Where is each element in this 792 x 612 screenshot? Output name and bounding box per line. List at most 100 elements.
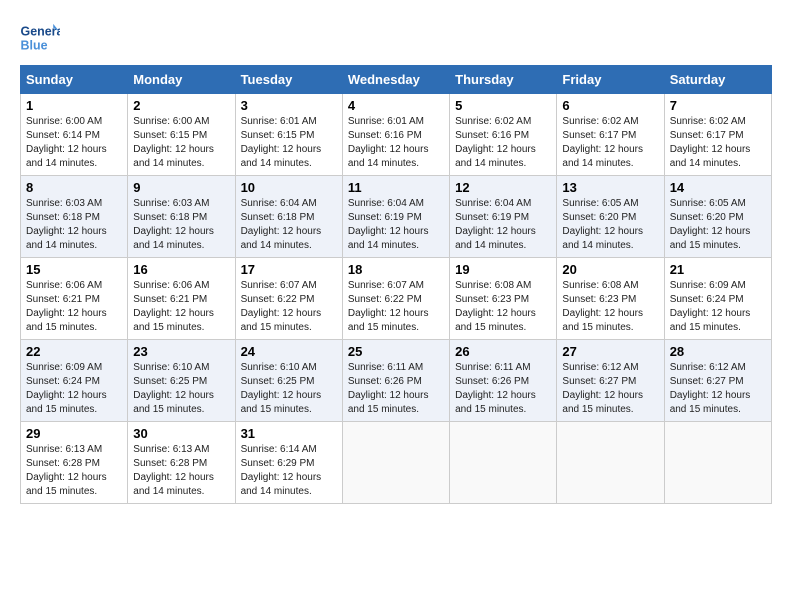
svg-text:Blue: Blue xyxy=(21,39,48,53)
day-info: Sunrise: 6:08 AMSunset: 6:23 PMDaylight:… xyxy=(562,279,658,335)
day-info: Sunrise: 6:03 AMSunset: 6:18 PMDaylight:… xyxy=(26,197,122,253)
calendar-cell: 24 Sunrise: 6:10 AMSunset: 6:25 PMDayligh… xyxy=(235,340,342,422)
day-number: 12 xyxy=(455,180,551,195)
calendar-cell: 30 Sunrise: 6:13 AMSunset: 6:28 PMDayligh… xyxy=(128,422,235,504)
day-info: Sunrise: 6:02 AMSunset: 6:17 PMDaylight:… xyxy=(562,115,658,171)
day-number: 3 xyxy=(241,98,337,113)
calendar-cell: 11 Sunrise: 6:04 AMSunset: 6:19 PMDayligh… xyxy=(342,176,449,258)
day-info: Sunrise: 6:06 AMSunset: 6:21 PMDaylight:… xyxy=(26,279,122,335)
calendar-cell: 25 Sunrise: 6:11 AMSunset: 6:26 PMDayligh… xyxy=(342,340,449,422)
day-number: 2 xyxy=(133,98,229,113)
day-number: 13 xyxy=(562,180,658,195)
day-number: 16 xyxy=(133,262,229,277)
calendar-cell: 29 Sunrise: 6:13 AMSunset: 6:28 PMDayligh… xyxy=(21,422,128,504)
day-info: Sunrise: 6:11 AMSunset: 6:26 PMDaylight:… xyxy=(455,361,551,417)
calendar-cell: 7 Sunrise: 6:02 AMSunset: 6:17 PMDaylight… xyxy=(664,94,771,176)
day-number: 29 xyxy=(26,426,122,441)
calendar-cell xyxy=(664,422,771,504)
day-info: Sunrise: 6:04 AMSunset: 6:18 PMDaylight:… xyxy=(241,197,337,253)
calendar-cell: 27 Sunrise: 6:12 AMSunset: 6:27 PMDayligh… xyxy=(557,340,664,422)
day-info: Sunrise: 6:02 AMSunset: 6:17 PMDaylight:… xyxy=(670,115,766,171)
day-number: 25 xyxy=(348,344,444,359)
calendar-cell xyxy=(342,422,449,504)
calendar-cell: 19 Sunrise: 6:08 AMSunset: 6:23 PMDayligh… xyxy=(450,258,557,340)
day-number: 5 xyxy=(455,98,551,113)
day-number: 30 xyxy=(133,426,229,441)
calendar-week-row: 22Sunrise: 6:09 AMSunset: 6:24 PMDayligh… xyxy=(21,340,772,422)
calendar-cell: 26 Sunrise: 6:11 AMSunset: 6:26 PMDayligh… xyxy=(450,340,557,422)
day-number: 27 xyxy=(562,344,658,359)
day-info: Sunrise: 6:12 AMSunset: 6:27 PMDaylight:… xyxy=(670,361,766,417)
col-header-thursday: Thursday xyxy=(450,66,557,94)
calendar-cell: 15Sunrise: 6:06 AMSunset: 6:21 PMDayligh… xyxy=(21,258,128,340)
day-info: Sunrise: 6:07 AMSunset: 6:22 PMDaylight:… xyxy=(348,279,444,335)
day-number: 17 xyxy=(241,262,337,277)
col-header-friday: Friday xyxy=(557,66,664,94)
day-info: Sunrise: 6:00 AMSunset: 6:15 PMDaylight:… xyxy=(133,115,229,171)
col-header-wednesday: Wednesday xyxy=(342,66,449,94)
calendar-table: SundayMondayTuesdayWednesdayThursdayFrid… xyxy=(20,65,772,504)
calendar-cell: 22Sunrise: 6:09 AMSunset: 6:24 PMDayligh… xyxy=(21,340,128,422)
day-info: Sunrise: 6:07 AMSunset: 6:22 PMDaylight:… xyxy=(241,279,337,335)
day-number: 20 xyxy=(562,262,658,277)
calendar-cell: 23Sunrise: 6:10 AMSunset: 6:25 PMDayligh… xyxy=(128,340,235,422)
day-info: Sunrise: 6:06 AMSunset: 6:21 PMDaylight:… xyxy=(133,279,229,335)
calendar-cell: 31Sunrise: 6:14 AMSunset: 6:29 PMDayligh… xyxy=(235,422,342,504)
calendar-cell: 13Sunrise: 6:05 AMSunset: 6:20 PMDayligh… xyxy=(557,176,664,258)
day-number: 26 xyxy=(455,344,551,359)
day-number: 22 xyxy=(26,344,122,359)
day-info: Sunrise: 6:03 AMSunset: 6:18 PMDaylight:… xyxy=(133,197,229,253)
day-info: Sunrise: 6:00 AMSunset: 6:14 PMDaylight:… xyxy=(26,115,122,171)
logo: General Blue xyxy=(20,20,64,55)
calendar-week-row: 29 Sunrise: 6:13 AMSunset: 6:28 PMDayligh… xyxy=(21,422,772,504)
calendar-cell: 9 Sunrise: 6:03 AMSunset: 6:18 PMDaylight… xyxy=(128,176,235,258)
day-info: Sunrise: 6:09 AMSunset: 6:24 PMDaylight:… xyxy=(670,279,766,335)
calendar-cell: 10 Sunrise: 6:04 AMSunset: 6:18 PMDayligh… xyxy=(235,176,342,258)
day-number: 1 xyxy=(26,98,122,113)
day-info: Sunrise: 6:14 AMSunset: 6:29 PMDaylight:… xyxy=(241,443,337,499)
day-number: 4 xyxy=(348,98,444,113)
calendar-cell: 17 Sunrise: 6:07 AMSunset: 6:22 PMDayligh… xyxy=(235,258,342,340)
day-number: 11 xyxy=(348,180,444,195)
day-number: 21 xyxy=(670,262,766,277)
calendar-cell: 12Sunrise: 6:04 AMSunset: 6:19 PMDayligh… xyxy=(450,176,557,258)
day-info: Sunrise: 6:04 AMSunset: 6:19 PMDaylight:… xyxy=(348,197,444,253)
calendar-cell: 14Sunrise: 6:05 AMSunset: 6:20 PMDayligh… xyxy=(664,176,771,258)
calendar-cell xyxy=(557,422,664,504)
calendar-cell: 1 Sunrise: 6:00 AMSunset: 6:14 PMDaylight… xyxy=(21,94,128,176)
day-info: Sunrise: 6:10 AMSunset: 6:25 PMDaylight:… xyxy=(133,361,229,417)
calendar-header-row: SundayMondayTuesdayWednesdayThursdayFrid… xyxy=(21,66,772,94)
day-info: Sunrise: 6:13 AMSunset: 6:28 PMDaylight:… xyxy=(26,443,122,499)
calendar-cell: 21 Sunrise: 6:09 AMSunset: 6:24 PMDayligh… xyxy=(664,258,771,340)
calendar-week-row: 8Sunrise: 6:03 AMSunset: 6:18 PMDaylight… xyxy=(21,176,772,258)
day-info: Sunrise: 6:02 AMSunset: 6:16 PMDaylight:… xyxy=(455,115,551,171)
day-number: 7 xyxy=(670,98,766,113)
day-number: 18 xyxy=(348,262,444,277)
day-info: Sunrise: 6:08 AMSunset: 6:23 PMDaylight:… xyxy=(455,279,551,335)
col-header-saturday: Saturday xyxy=(664,66,771,94)
day-number: 9 xyxy=(133,180,229,195)
day-info: Sunrise: 6:12 AMSunset: 6:27 PMDaylight:… xyxy=(562,361,658,417)
calendar-cell: 6Sunrise: 6:02 AMSunset: 6:17 PMDaylight… xyxy=(557,94,664,176)
calendar-cell: 8Sunrise: 6:03 AMSunset: 6:18 PMDaylight… xyxy=(21,176,128,258)
day-info: Sunrise: 6:13 AMSunset: 6:28 PMDaylight:… xyxy=(133,443,229,499)
day-number: 24 xyxy=(241,344,337,359)
col-header-sunday: Sunday xyxy=(21,66,128,94)
logo-icon: General Blue xyxy=(20,20,60,55)
day-number: 10 xyxy=(241,180,337,195)
calendar-cell: 4 Sunrise: 6:01 AMSunset: 6:16 PMDaylight… xyxy=(342,94,449,176)
calendar-cell xyxy=(450,422,557,504)
day-info: Sunrise: 6:01 AMSunset: 6:15 PMDaylight:… xyxy=(241,115,337,171)
day-info: Sunrise: 6:11 AMSunset: 6:26 PMDaylight:… xyxy=(348,361,444,417)
day-info: Sunrise: 6:10 AMSunset: 6:25 PMDaylight:… xyxy=(241,361,337,417)
calendar-cell: 20 Sunrise: 6:08 AMSunset: 6:23 PMDayligh… xyxy=(557,258,664,340)
calendar-cell: 18 Sunrise: 6:07 AMSunset: 6:22 PMDayligh… xyxy=(342,258,449,340)
calendar-cell: 16 Sunrise: 6:06 AMSunset: 6:21 PMDayligh… xyxy=(128,258,235,340)
day-number: 19 xyxy=(455,262,551,277)
day-number: 28 xyxy=(670,344,766,359)
calendar-cell: 2 Sunrise: 6:00 AMSunset: 6:15 PMDaylight… xyxy=(128,94,235,176)
col-header-tuesday: Tuesday xyxy=(235,66,342,94)
calendar-cell: 3 Sunrise: 6:01 AMSunset: 6:15 PMDaylight… xyxy=(235,94,342,176)
day-info: Sunrise: 6:01 AMSunset: 6:16 PMDaylight:… xyxy=(348,115,444,171)
day-number: 14 xyxy=(670,180,766,195)
